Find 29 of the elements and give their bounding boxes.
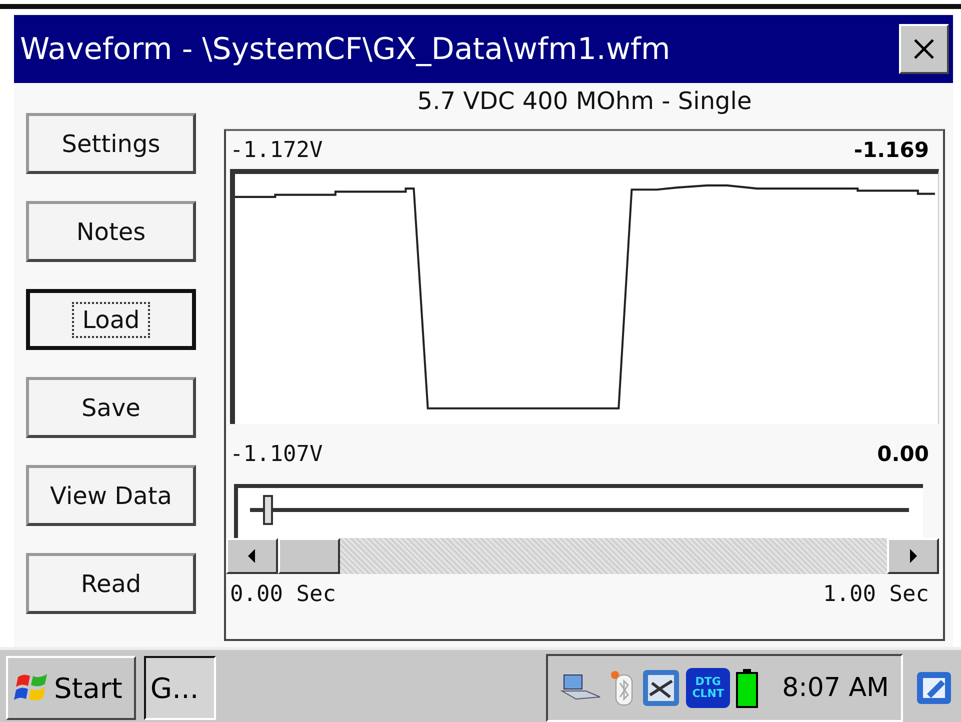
scroll-right-button[interactable] — [887, 538, 939, 574]
right-arrow-icon[interactable] — [908, 549, 918, 563]
left-arrow-icon[interactable] — [247, 549, 257, 563]
command-button[interactable]: View Data — [26, 465, 196, 526]
end-time-label: 1.00 Sec — [823, 582, 929, 606]
position-slider[interactable] — [250, 494, 909, 526]
slider-thumb[interactable] — [263, 495, 274, 525]
battery-icon[interactable] — [736, 668, 758, 708]
cursor-value: -1.172V — [230, 138, 323, 162]
start-button[interactable]: Start — [6, 656, 136, 720]
command-button[interactable]: Save — [26, 377, 196, 438]
command-button[interactable]: Read — [26, 553, 196, 614]
close-button[interactable] — [899, 24, 949, 74]
command-button[interactable]: Notes — [26, 201, 196, 262]
scroll-thumb[interactable] — [278, 538, 340, 574]
window-title: Waveform - \SystemCF\GX_Data\wfm1.wfm — [20, 32, 670, 66]
position-reading: 0.00 — [877, 442, 929, 466]
start-time-label: 0.00 Sec — [230, 582, 336, 606]
measurement-header: 5.7 VDC 400 MOhm - Single — [416, 86, 753, 117]
command-button[interactable]: Settings — [26, 113, 196, 174]
taskbar-item[interactable]: G... — [144, 656, 216, 720]
command-button[interactable]: Load — [26, 289, 196, 350]
scroll-left-button[interactable] — [226, 538, 278, 574]
dtg-client-icon[interactable]: DTG CLNT — [686, 668, 730, 708]
horizontal-scrollbar[interactable] — [226, 538, 939, 574]
close-icon[interactable] — [913, 38, 935, 60]
position-value: -1.107V — [230, 442, 323, 466]
cursor-reading: -1.169 — [854, 138, 929, 162]
clock[interactable]: 8:07 AM — [782, 673, 889, 703]
